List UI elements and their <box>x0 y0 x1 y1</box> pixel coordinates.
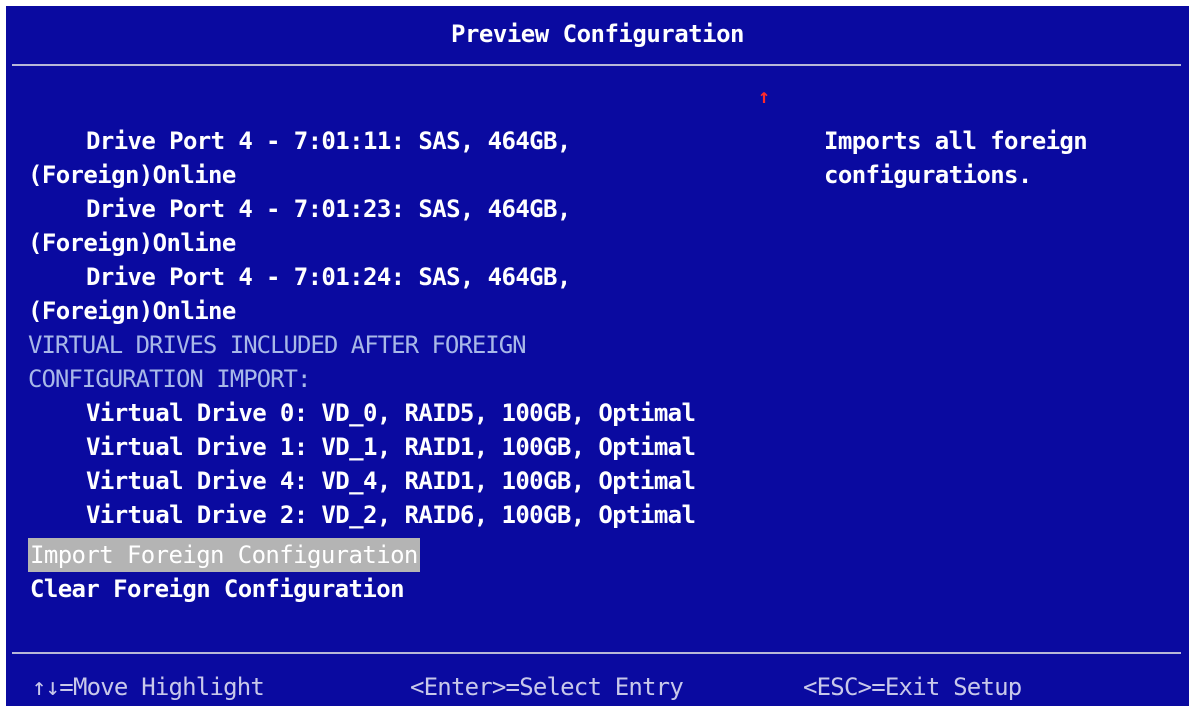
drive-state-line: (Foreign)Online <box>28 297 236 325</box>
import-foreign-configuration-item[interactable]: Import Foreign Configuration <box>28 538 420 572</box>
help-panel: Imports all foreign configurations. <box>824 124 1164 192</box>
help-text-line: configurations. <box>824 161 1032 189</box>
key-hint-bar: ↑↓=Move Highlight <Enter>=Select Entry <… <box>6 670 1189 704</box>
drive-line: Drive Port 4 - 7:01:11: SAS, 464GB, <box>86 127 571 155</box>
action-menu: Import Foreign Configuration Clear Forei… <box>28 538 420 606</box>
virtual-drive-line: Virtual Drive 0: VD_0, RAID5, 100GB, Opt… <box>86 399 696 427</box>
exit-setup-hint: <ESC>=Exit Setup <box>803 673 1022 701</box>
drive-state-line: (Foreign)Online <box>28 161 236 189</box>
drive-line: Drive Port 4 - 7:01:23: SAS, 464GB, <box>86 195 571 223</box>
footer-divider <box>12 652 1181 654</box>
select-entry-hint: <Enter>=Select Entry <box>410 673 684 701</box>
help-text-line: Imports all foreign <box>824 127 1088 155</box>
move-highlight-hint: ↑↓=Move Highlight <box>32 673 265 701</box>
configuration-preview-list: Drive Port 4 - 7:01:11: SAS, 464GB, (For… <box>28 124 768 532</box>
virtual-drive-line: Virtual Drive 2: VD_2, RAID6, 100GB, Opt… <box>86 501 696 529</box>
title-divider <box>12 64 1181 66</box>
drive-state-line: (Foreign)Online <box>28 229 236 257</box>
drive-line: Drive Port 4 - 7:01:24: SAS, 464GB, <box>86 263 571 291</box>
virtual-drive-line: Virtual Drive 1: VD_1, RAID1, 100GB, Opt… <box>86 433 696 461</box>
virtual-drive-line: Virtual Drive 4: VD_4, RAID1, 100GB, Opt… <box>86 467 696 495</box>
scroll-up-arrow-icon[interactable]: ↑ <box>758 86 770 106</box>
bios-setup-screen: Preview Configuration ↑ Drive Port 4 - 7… <box>6 6 1189 706</box>
page-title: Preview Configuration <box>451 20 744 48</box>
section-heading-continued: CONFIGURATION IMPORT: <box>28 365 311 393</box>
clear-foreign-configuration-item[interactable]: Clear Foreign Configuration <box>28 572 406 606</box>
section-heading: VIRTUAL DRIVES INCLUDED AFTER FOREIGN <box>28 331 527 359</box>
